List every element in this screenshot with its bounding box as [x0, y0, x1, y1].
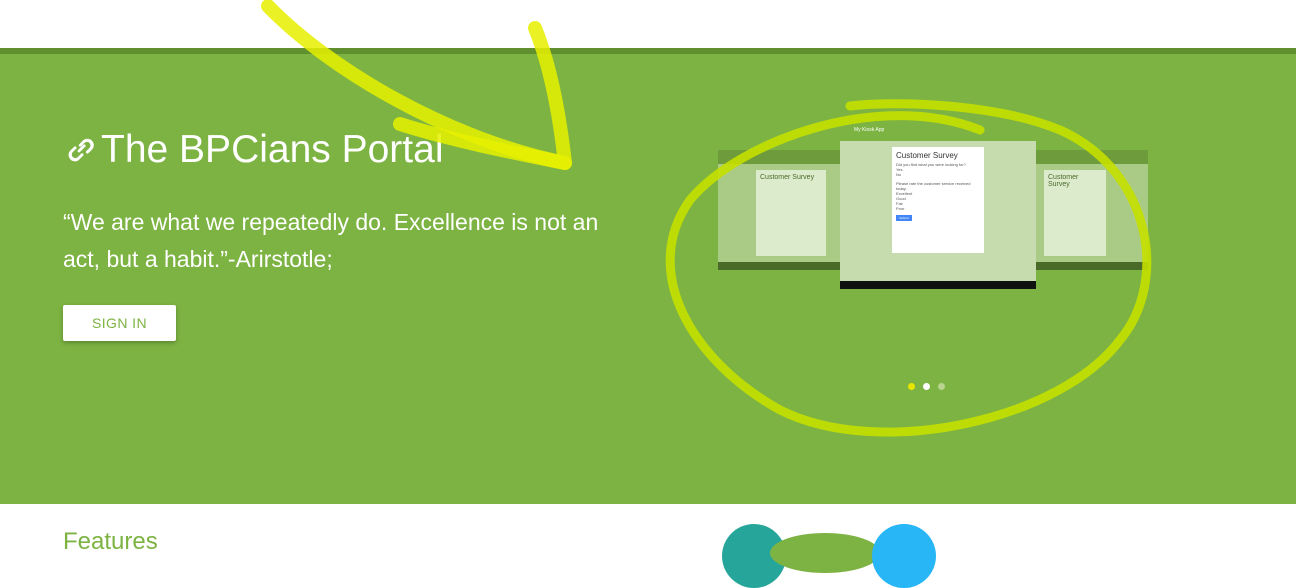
slide-nav-bar-right	[1036, 262, 1148, 270]
carousel-slide-left[interactable]: Customer Survey	[718, 150, 840, 270]
feature-circle-blue	[872, 524, 936, 588]
center-survey-card: Customer Survey Did you find what you we…	[892, 147, 984, 253]
slide-survey-title: Customer Survey	[760, 174, 815, 181]
carousel-slide-center[interactable]: My Kiosk App Customer Survey Did you fin…	[840, 123, 1036, 289]
feature-circle-green	[770, 533, 880, 573]
center-option-poor: Poor	[896, 206, 905, 211]
carousel-indicators[interactable]	[908, 383, 945, 390]
slide-survey-card-right: Customer Survey	[1044, 170, 1106, 256]
center-option-no: No	[896, 172, 902, 177]
carousel-slide-right[interactable]: Customer Survey	[1036, 150, 1148, 270]
slide-app-bar	[718, 150, 840, 164]
center-app-title: My Kiosk App	[854, 127, 885, 133]
slide-survey-card: Customer Survey	[756, 170, 826, 256]
carousel-dot-2[interactable]	[923, 383, 930, 390]
slide-app-bar-right	[1036, 150, 1148, 164]
hero-title-text: The BPCians Portal	[101, 128, 444, 171]
center-survey-title: Customer Survey	[896, 151, 958, 160]
hero-quote: “We are what we repeatedly do. Excellenc…	[63, 209, 599, 272]
features-heading: Features	[63, 528, 158, 555]
slide-survey-title-right: Customer Survey	[1048, 174, 1079, 188]
screenshot-carousel[interactable]: Customer Survey Customer Survey My Kiosk…	[718, 123, 1148, 293]
center-nav-bar	[840, 281, 1036, 289]
slide-nav-bar	[718, 262, 840, 270]
top-bar	[0, 0, 1296, 48]
carousel-dot-3[interactable]	[938, 383, 945, 390]
center-question-2: Please rate the customer service receive…	[896, 181, 971, 191]
carousel-dot-1[interactable]	[908, 383, 915, 390]
sign-in-button[interactable]: SIGN IN	[63, 305, 176, 341]
link-icon	[68, 138, 94, 162]
center-submit-button: Submit	[896, 215, 912, 221]
hero-title: The BPCians Portal	[63, 128, 444, 172]
center-app-bar: My Kiosk App	[840, 123, 1036, 141]
